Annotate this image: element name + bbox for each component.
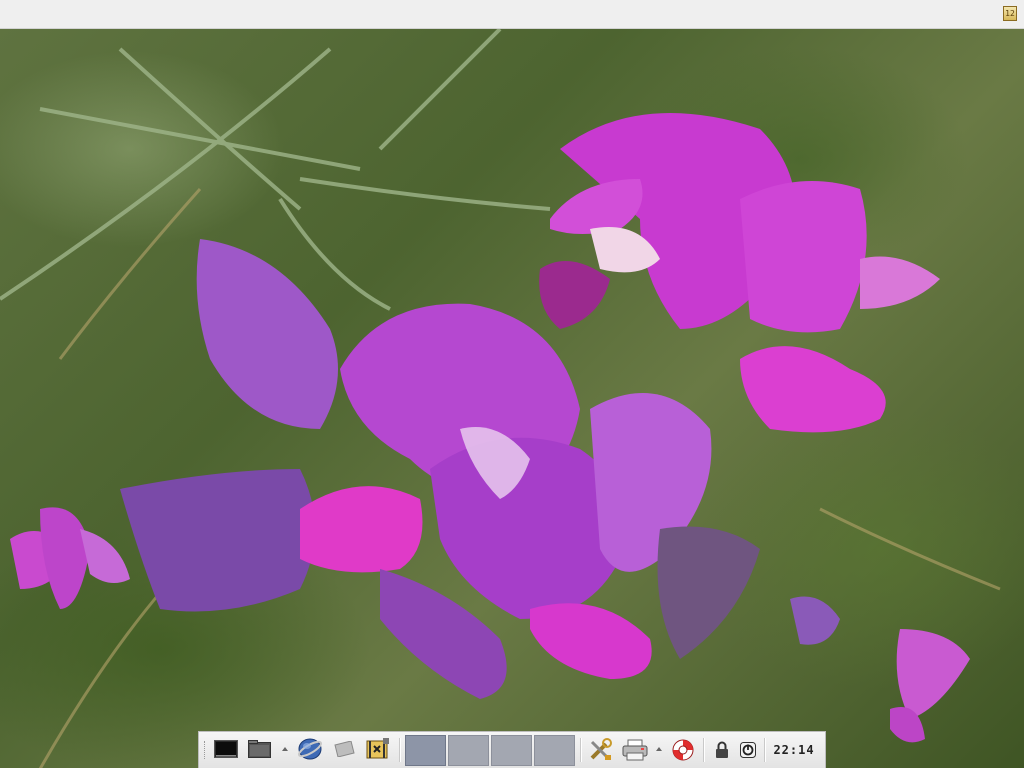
web-browser-icon[interactable] bbox=[297, 738, 323, 760]
taskbar-separator bbox=[764, 738, 766, 762]
terminal-icon[interactable] bbox=[214, 740, 238, 758]
file-manager-icon[interactable] bbox=[248, 740, 272, 758]
desktop-wallpaper bbox=[0, 29, 1024, 768]
top-panel: 12 bbox=[0, 0, 1024, 29]
taskbar: 22:14 bbox=[198, 731, 826, 768]
notes-icon[interactable]: 12 bbox=[1003, 6, 1017, 21]
help-lifebuoy-icon[interactable] bbox=[672, 739, 694, 761]
tray-menu-arrow[interactable] bbox=[656, 747, 662, 751]
taskbar-grip[interactable] bbox=[204, 741, 207, 759]
workspace-3[interactable] bbox=[491, 735, 532, 766]
settings-tools-icon[interactable] bbox=[588, 738, 614, 762]
taskbar-separator bbox=[399, 738, 401, 762]
wallpaper-flowers bbox=[0, 29, 1001, 768]
workspace-2[interactable] bbox=[448, 735, 489, 766]
lock-icon[interactable] bbox=[715, 741, 729, 759]
clock[interactable]: 22:14 bbox=[772, 741, 816, 759]
taskbar-separator bbox=[703, 738, 705, 762]
workspace-4[interactable] bbox=[534, 735, 575, 766]
power-icon[interactable] bbox=[740, 741, 756, 759]
taskbar-separator bbox=[580, 738, 582, 762]
media-player-icon[interactable] bbox=[366, 738, 390, 760]
printer-icon[interactable] bbox=[622, 739, 648, 761]
launcher-menu-arrow[interactable] bbox=[282, 747, 288, 751]
mail-icon[interactable] bbox=[333, 740, 355, 758]
workspace-1[interactable] bbox=[405, 735, 446, 766]
